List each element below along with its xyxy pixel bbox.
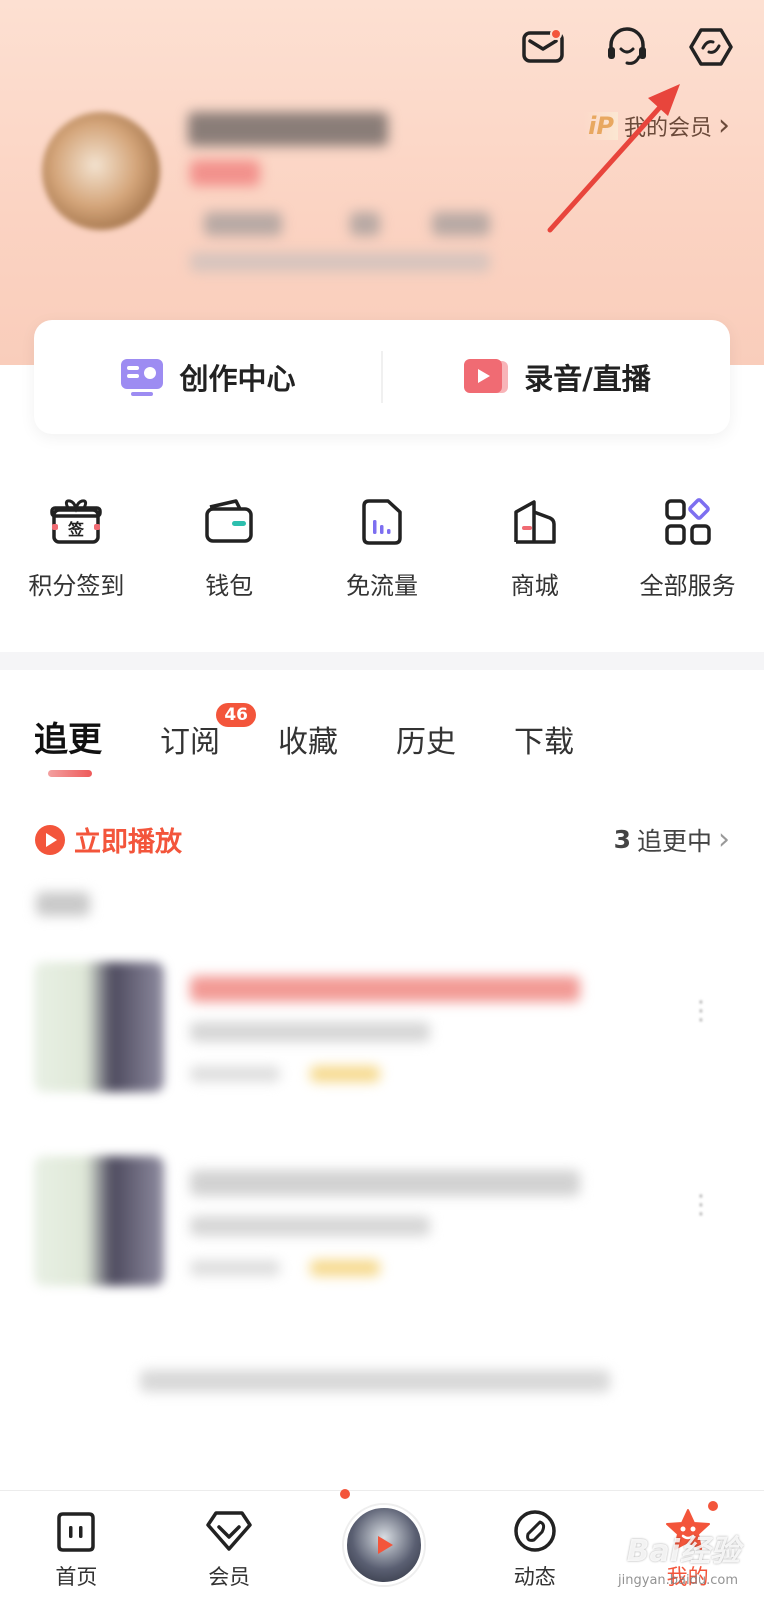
tab-label: 收藏 (278, 725, 338, 760)
following-count-link[interactable]: 3 追更中 › (614, 822, 730, 858)
unread-dot (550, 28, 562, 40)
service-checkin[interactable]: 签 积分签到 (0, 494, 153, 601)
my-vip-label: 我的会员 (623, 116, 712, 141)
play-now-button[interactable]: 立即播放 (34, 820, 182, 859)
username-blurred (188, 112, 388, 146)
list-item[interactable]: ⋮ (34, 962, 730, 1112)
nav-now-playing[interactable] (306, 1489, 459, 1600)
service-all[interactable]: 全部服务 (611, 494, 764, 601)
tab-downloads[interactable]: 下载 (514, 717, 574, 761)
subtitle-blurred (190, 1022, 430, 1042)
my-vip-link[interactable]: iP 我的会员 › (584, 110, 730, 142)
album-cover-blurred (34, 962, 164, 1092)
service-mall[interactable]: 商城 (458, 494, 611, 601)
wallet-icon (201, 494, 257, 550)
mail-button[interactable] (520, 24, 566, 70)
record-live-icon (464, 359, 509, 393)
all-services-icon (660, 494, 716, 550)
tab-following[interactable]: 追更 (34, 712, 102, 777)
tab-label: 追更 (34, 720, 102, 760)
subtitle-blurred (190, 1216, 430, 1236)
nav-discover[interactable]: 动态 (458, 1491, 611, 1600)
service-label: 商城 (510, 572, 559, 600)
services-grid: 签 积分签到 钱包 免流量 商城 全部服务 (0, 494, 764, 601)
mall-icon (507, 494, 563, 550)
following-label: 追更中 (636, 826, 712, 856)
tab-subscribe[interactable]: 订阅 46 (160, 703, 256, 761)
tab-favorites[interactable]: 收藏 (278, 717, 338, 761)
bottom-navigation: 首页 会员 动态 我的 Bai经验 jingyan.baidu.com (0, 1489, 764, 1600)
play-row: 立即播放 3 追更中 › (34, 820, 730, 859)
section-divider (0, 652, 764, 670)
tab-label: 历史 (396, 725, 456, 760)
home-icon (50, 1505, 102, 1557)
tag-blurred (310, 1066, 380, 1082)
service-free-data[interactable]: 免流量 (306, 494, 459, 601)
tab-history[interactable]: 历史 (396, 717, 456, 761)
album-cover-blurred (34, 1156, 164, 1286)
chevron-right-icon: › (718, 108, 730, 143)
title-blurred (190, 1170, 580, 1196)
play-now-label: 立即播放 (74, 827, 182, 858)
meta-blurred (190, 1260, 280, 1276)
avatar[interactable] (42, 112, 160, 230)
service-wallet[interactable]: 钱包 (153, 494, 306, 601)
nav-label: 动态 (513, 1565, 556, 1589)
service-label: 钱包 (205, 572, 254, 600)
free-data-icon (354, 494, 410, 550)
title-blurred (190, 976, 580, 1002)
following-count: 3 (613, 825, 631, 854)
settings-icon (689, 28, 733, 66)
nav-label: 会员 (208, 1565, 251, 1589)
meta-blurred (190, 1066, 280, 1082)
chevron-right-icon: › (718, 821, 730, 857)
library-tabs: 追更 订阅 46 收藏 历史 下载 (34, 703, 632, 777)
service-label: 免流量 (345, 572, 418, 600)
stat-blurred-2 (350, 212, 380, 236)
stat-blurred-3 (432, 212, 490, 236)
vip-badge: iP (584, 112, 618, 140)
record-live-label: 录音/直播 (524, 362, 651, 396)
svg-text:签: 签 (67, 520, 85, 539)
footer-hint-blurred (140, 1370, 610, 1392)
playing-dot (339, 1489, 350, 1499)
service-label: 全部服务 (639, 572, 736, 600)
vip-diamond-icon (203, 1505, 255, 1557)
checkin-gift-icon: 签 (48, 494, 104, 550)
stat-blurred-1 (204, 212, 282, 236)
active-tab-indicator (48, 770, 92, 777)
creator-center-icon (121, 359, 164, 396)
nav-home[interactable]: 首页 (0, 1491, 153, 1600)
now-playing-icon (343, 1505, 424, 1585)
service-label: 积分签到 (28, 572, 125, 600)
watermark-logo: Bai经验 (626, 1534, 740, 1569)
watermark-url: jingyan.baidu.com (618, 1573, 738, 1588)
customer-service-button[interactable] (604, 24, 650, 70)
play-circle-icon (35, 824, 65, 855)
section-label-blurred (36, 892, 90, 916)
creator-center-label: 创作中心 (179, 362, 296, 396)
nav-label: 首页 (55, 1565, 98, 1589)
creator-center-button[interactable]: 创作中心 (34, 356, 381, 398)
profile-red-dot (705, 1499, 720, 1513)
record-live-button[interactable]: 录音/直播 (383, 356, 730, 398)
tab-label: 订阅 (160, 725, 220, 760)
tag-blurred (310, 1260, 380, 1276)
header-actions (520, 24, 734, 70)
more-icon[interactable]: ⋮ (688, 998, 714, 1024)
list-item[interactable]: ⋮ (34, 1156, 730, 1306)
level-badge-blurred (190, 160, 260, 186)
profile-page: iP 我的会员 › 创作中心 录音/直播 签 积分签到 钱包 免流量 商城 全部… (0, 0, 764, 1600)
nav-vip[interactable]: 会员 (153, 1491, 306, 1600)
more-icon[interactable]: ⋮ (688, 1192, 714, 1218)
stat-caption-blurred (190, 252, 490, 272)
discover-icon (509, 1505, 561, 1557)
tab-label: 下载 (514, 725, 574, 760)
settings-button[interactable] (688, 24, 734, 70)
customer-service-icon (608, 27, 646, 65)
subscribe-count-badge: 46 (216, 703, 256, 727)
creator-card: 创作中心 录音/直播 (34, 320, 730, 434)
